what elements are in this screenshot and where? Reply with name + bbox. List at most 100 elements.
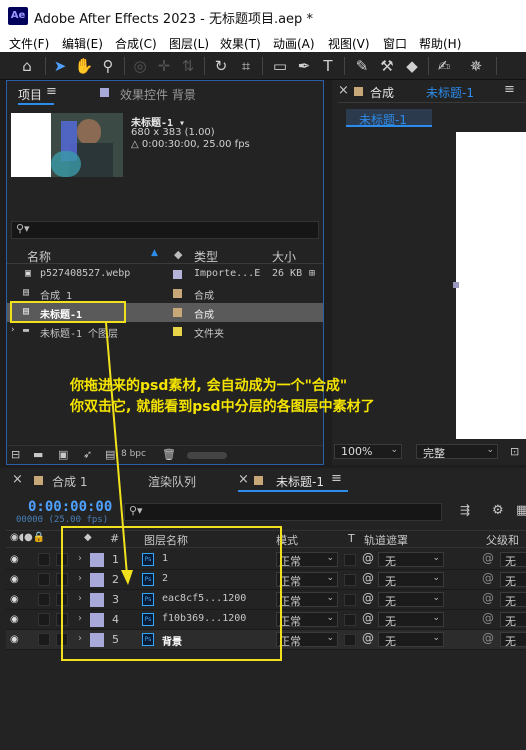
pickwhip-icon[interactable]: @ bbox=[362, 611, 374, 625]
blend-mode-dropdown[interactable]: 正常 ⌄ bbox=[276, 592, 338, 608]
tab-composition[interactable]: 合成 bbox=[370, 84, 394, 101]
item-label-swatch[interactable] bbox=[173, 308, 182, 317]
new-composition-icon[interactable]: ▣ bbox=[58, 448, 68, 461]
menu-file[interactable]: 文件(F) bbox=[9, 35, 49, 52]
pickwhip-icon[interactable]: @ bbox=[362, 571, 374, 585]
close-tab-icon[interactable]: × bbox=[12, 472, 23, 487]
menu-layer[interactable]: 图层(L) bbox=[169, 35, 209, 52]
preserve-transparency-checkbox[interactable] bbox=[344, 574, 356, 586]
hand-tool-icon[interactable]: ✋ bbox=[74, 56, 94, 76]
track-matte-dropdown[interactable]: 无 ⌄ bbox=[378, 632, 444, 648]
trash-icon[interactable]: 🗑 bbox=[162, 448, 176, 461]
menu-composition[interactable]: 合成(C) bbox=[115, 35, 157, 52]
tab-effect-controls[interactable]: 效果控件 背景 bbox=[120, 86, 196, 103]
track-matte-dropdown[interactable]: 无 ⌄ bbox=[378, 612, 444, 628]
zoom-dropdown[interactable]: 100% ⌄ bbox=[334, 444, 402, 459]
anchor-point-tool-icon[interactable]: ⌗ bbox=[236, 56, 256, 76]
eye-icon[interactable]: ◉ bbox=[10, 634, 19, 645]
eye-icon[interactable]: ◉ bbox=[10, 554, 19, 565]
blend-mode-dropdown[interactable]: 正常 ⌄ bbox=[276, 572, 338, 588]
menu-edit[interactable]: 编辑(E) bbox=[62, 35, 103, 52]
comp-flowchart-button[interactable]: 未标题-1 bbox=[346, 109, 432, 127]
zoom-tool-icon[interactable]: ⚲ bbox=[98, 56, 118, 76]
project-search-input[interactable]: ⚲▾ bbox=[11, 221, 319, 239]
eye-icon[interactable]: ◉ bbox=[10, 614, 19, 625]
menu-window[interactable]: 窗口 bbox=[383, 35, 407, 52]
label-tag-icon[interactable]: ◆ bbox=[174, 248, 182, 261]
project-item-row[interactable]: › ▬ 未标题-1 个图层 文件夹 bbox=[7, 322, 323, 341]
item-label-swatch[interactable] bbox=[173, 270, 182, 279]
preserve-transparency-checkbox[interactable] bbox=[344, 554, 356, 566]
col-track-matte-header[interactable]: 轨道遮罩 bbox=[364, 532, 408, 548]
av-features-icon[interactable]: ◉◖●🔒 bbox=[10, 532, 45, 543]
menu-effect[interactable]: 效果(T) bbox=[220, 35, 261, 52]
roto-brush-tool-icon[interactable]: ✍ bbox=[434, 56, 454, 76]
tab-composition-name[interactable]: 未标题-1 bbox=[426, 84, 474, 101]
parent-pickwhip-icon[interactable]: @ bbox=[482, 571, 494, 585]
dolly-camera-icon[interactable]: ⇅ bbox=[178, 56, 198, 76]
tab-project[interactable]: 项目 bbox=[18, 86, 42, 103]
parent-dropdown[interactable]: 无 bbox=[500, 552, 526, 568]
orbit-camera-icon[interactable]: ◎ bbox=[130, 56, 150, 76]
eye-icon[interactable]: ◉ bbox=[10, 594, 19, 605]
fast-preview-icon[interactable]: ⊡ bbox=[510, 445, 519, 458]
parent-pickwhip-icon[interactable]: @ bbox=[482, 611, 494, 625]
brush-tool-icon[interactable]: ✎ bbox=[352, 56, 372, 76]
puppet-pin-tool-icon[interactable]: ✵ bbox=[466, 56, 486, 76]
eye-icon[interactable]: ◉ bbox=[10, 574, 19, 585]
solo-checkbox[interactable] bbox=[38, 613, 50, 626]
close-tab-icon[interactable]: × bbox=[238, 472, 249, 487]
home-icon[interactable]: ⌂ bbox=[17, 56, 37, 76]
type-tool-icon[interactable]: T bbox=[318, 56, 338, 76]
composition-canvas[interactable] bbox=[456, 132, 526, 439]
clone-stamp-tool-icon[interactable]: ⚒ bbox=[377, 56, 397, 76]
col-type-header[interactable]: 类型 bbox=[194, 248, 218, 265]
rotate-tool-icon[interactable]: ↻ bbox=[211, 56, 231, 76]
bit-depth-button[interactable]: 8 bpc bbox=[121, 449, 146, 459]
parent-dropdown[interactable]: 无 bbox=[500, 612, 526, 628]
new-folder-icon[interactable]: ▬ bbox=[33, 448, 43, 461]
solo-checkbox[interactable] bbox=[38, 573, 50, 586]
interpret-footage-icon[interactable]: ⊟ bbox=[11, 448, 20, 461]
transform-handle[interactable] bbox=[453, 282, 459, 288]
menu-help[interactable]: 帮助(H) bbox=[419, 35, 461, 52]
item-label-swatch[interactable] bbox=[173, 289, 182, 298]
menu-view[interactable]: 视图(V) bbox=[328, 35, 370, 52]
item-label-swatch[interactable] bbox=[173, 327, 182, 336]
preserve-transparency-checkbox[interactable] bbox=[344, 614, 356, 626]
parent-dropdown[interactable]: 无 bbox=[500, 632, 526, 648]
timeline-search-input[interactable]: ⚲▾ bbox=[124, 503, 442, 521]
eraser-tool-icon[interactable]: ◆ bbox=[402, 56, 422, 76]
col-name-header[interactable]: 名称 bbox=[27, 248, 51, 265]
tab-comp-1[interactable]: 合成 1 bbox=[52, 473, 87, 490]
parent-pickwhip-icon[interactable]: @ bbox=[482, 591, 494, 605]
track-matte-dropdown[interactable]: 无 ⌄ bbox=[378, 572, 444, 588]
solo-checkbox[interactable] bbox=[38, 633, 50, 646]
parent-pickwhip-icon[interactable]: @ bbox=[482, 631, 494, 645]
composition-mini-flowchart-icon[interactable]: ⇶ bbox=[460, 503, 470, 517]
pan-camera-icon[interactable]: ✛ bbox=[154, 56, 174, 76]
tab-untitled-1[interactable]: 未标题-1 bbox=[276, 473, 324, 490]
parent-pickwhip-icon[interactable]: @ bbox=[482, 551, 494, 565]
tab-render-queue[interactable]: 渲染队列 bbox=[148, 473, 196, 490]
project-item-row[interactable]: ▣ p527408527.webp Importe...E 26 KB ⊞ bbox=[7, 265, 323, 284]
pen-tool-icon[interactable]: ✒ bbox=[294, 56, 314, 76]
color-settings-icon[interactable]: ▤ bbox=[105, 448, 115, 461]
solo-checkbox[interactable] bbox=[38, 553, 50, 566]
parent-dropdown[interactable]: 无 bbox=[500, 592, 526, 608]
pickwhip-icon[interactable]: @ bbox=[362, 591, 374, 605]
preserve-transparency-checkbox[interactable] bbox=[344, 594, 356, 606]
parent-dropdown[interactable]: 无 bbox=[500, 572, 526, 588]
col-parent-header[interactable]: 父级和 bbox=[486, 532, 519, 548]
render-icon[interactable]: ➶ bbox=[83, 448, 92, 461]
solo-checkbox[interactable] bbox=[38, 593, 50, 606]
thumbnail-size-slider[interactable] bbox=[187, 452, 227, 459]
panel-menu-icon[interactable]: ≡ bbox=[46, 84, 57, 99]
panel-menu-icon[interactable]: ≡ bbox=[504, 82, 515, 97]
track-matte-dropdown[interactable]: 无 ⌄ bbox=[378, 552, 444, 568]
sort-ascending-icon[interactable]: ▲ bbox=[151, 248, 158, 258]
menu-animation[interactable]: 动画(A) bbox=[273, 35, 315, 52]
col-size-header[interactable]: 大小 bbox=[272, 248, 296, 265]
shy-layers-icon[interactable]: ▦ bbox=[516, 503, 526, 518]
blend-mode-dropdown[interactable]: 正常 ⌄ bbox=[276, 632, 338, 648]
